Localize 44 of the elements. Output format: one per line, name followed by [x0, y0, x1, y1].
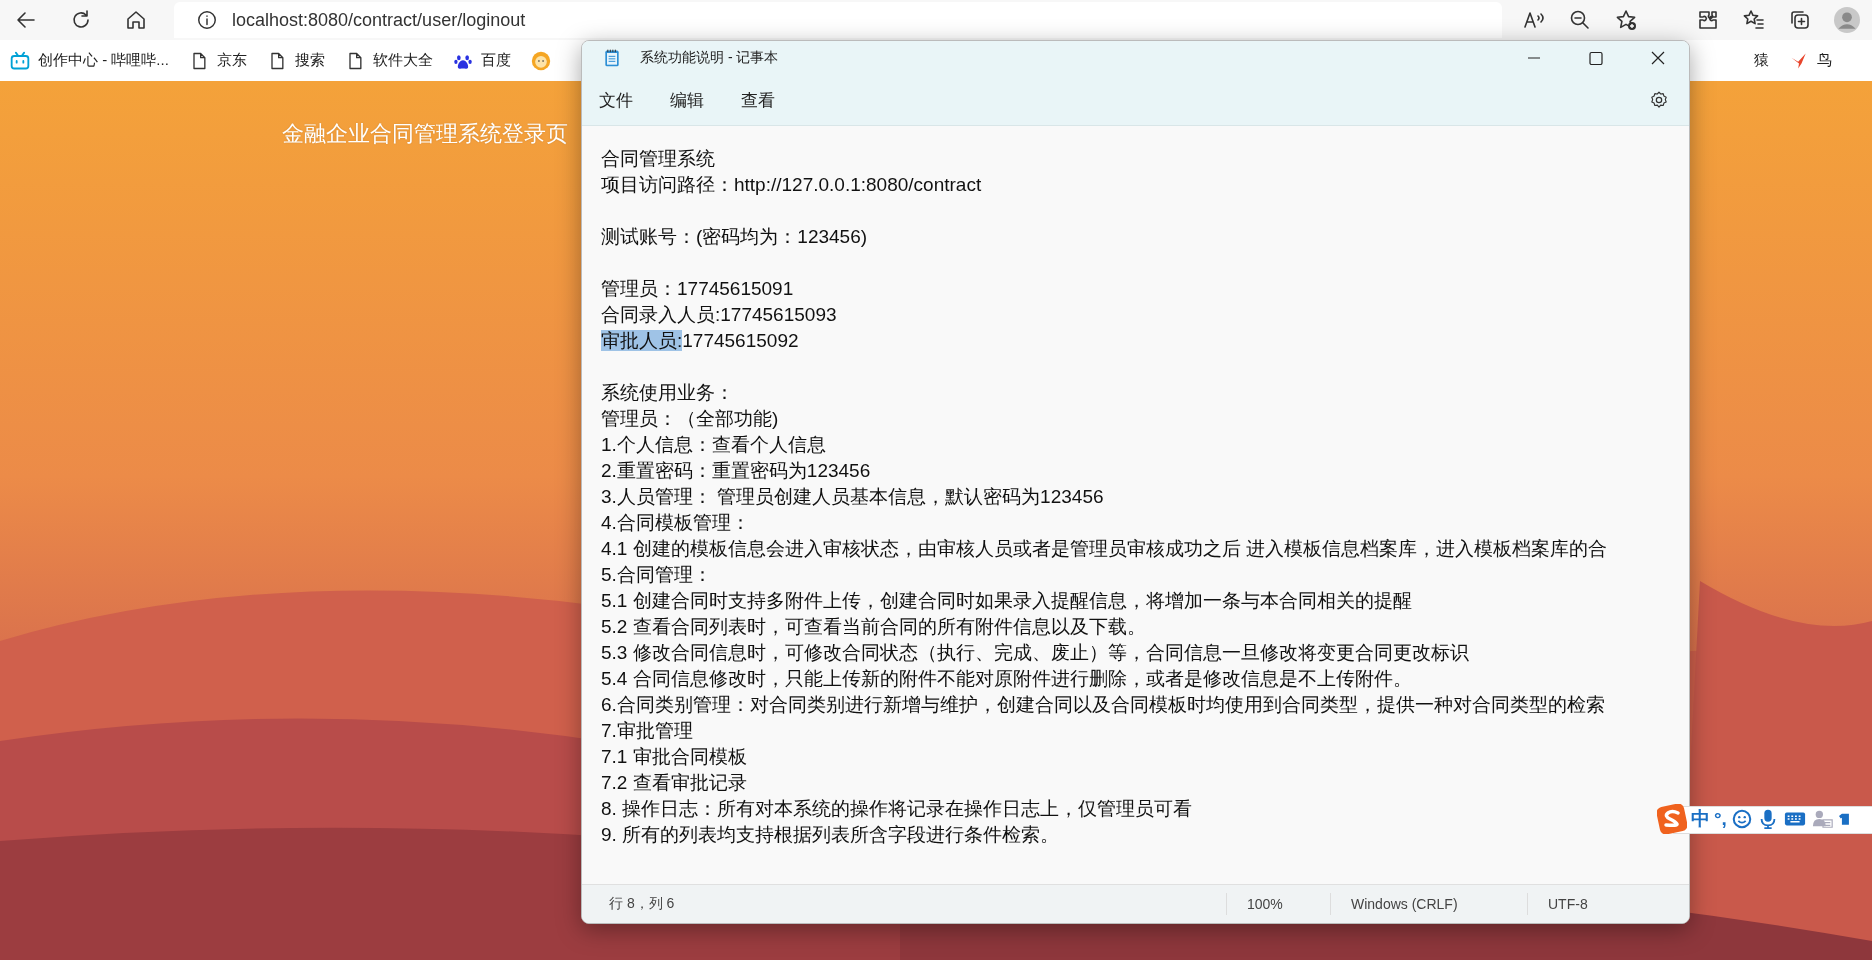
- text-line: 7.2 查看审批记录: [601, 772, 747, 793]
- bookmark-link[interactable]: 百度: [480, 51, 511, 70]
- text-line: 9. 所有的列表均支持根据列表所含字段进行条件检索。: [601, 824, 1060, 845]
- bookmark-link[interactable]: 软件大全: [372, 51, 433, 70]
- text-line: 4.1 创建的模板信息会进入审核状态，由审核人员或者是管理员审核成功之后 进入模板信息档案库，进入模板档案库的合: [601, 538, 1607, 559]
- ime-mode-label[interactable]: 中: [1691, 806, 1710, 832]
- text-line: 合同录入人员:17745615093: [601, 304, 837, 325]
- selected-text: 审批人员:: [601, 330, 683, 351]
- text-line: 5.3 修改合同信息时，可修改合同状态（执行、完成、废止）等，合同信息一旦修改将变更合同更改标识: [601, 642, 1469, 663]
- status-text: 行 8，列 6: [608, 895, 676, 913]
- text-line: 5.1 创建合同时支持多附件上传，创建合同时如果录入提醒信息，将增加一条与本合同相关的提醒: [601, 590, 1412, 611]
- menu-item[interactable]: 查看: [741, 82, 775, 118]
- text-line: 6.合同类别管理：对合同类别进行新增与维护，创建合同以及合同模板时均使用到合同类型，提供一种对合同类型的检索: [601, 694, 1605, 715]
- status-text: Windows (CRLF): [1330, 893, 1527, 915]
- menu-item[interactable]: 编辑: [670, 82, 704, 118]
- text-line: 5.合同管理：: [601, 564, 712, 585]
- text-line: 2.重置密码：重置密码为123456: [601, 460, 871, 481]
- bookmark-link[interactable]: 猿: [1754, 51, 1769, 70]
- bookmark-link[interactable]: 搜索: [294, 51, 325, 70]
- text-line: 管理员：17745615091: [601, 278, 794, 299]
- text-line: 项目访问路径：http://127.0.0.1:8080/contract: [601, 174, 982, 195]
- text-line: 8. 操作日志：所有对本系统的操作将记录在操作日志上，仅管理员可看: [601, 798, 1193, 819]
- text-line: 7.1 审批合同模板: [601, 746, 747, 767]
- text-line: 测试账号：(密码均为：123456): [601, 226, 868, 247]
- text-line: 系统使用业务：: [601, 382, 734, 403]
- text-line: 3.人员管理： 管理员创建人员基本信息，默认密码为123456: [601, 486, 1104, 507]
- text-line: 4.合同模板管理：: [601, 512, 750, 533]
- text-line: 合同管理系统: [601, 148, 715, 169]
- text-line: 17745615092: [682, 330, 799, 351]
- bookmark-link[interactable]: 京东: [216, 51, 247, 70]
- menu-item[interactable]: 文件: [599, 82, 633, 118]
- text-line: 5.2 查看合同列表时，可查看当前合同的所有附件信息以及下载。: [601, 616, 1146, 637]
- window-title: 系统功能说明 - 记事本: [640, 49, 780, 67]
- text-line: 5.4 合同信息修改时，只能上传新的附件不能对原附件进行删除，或者是修改信息是不上传附件。: [601, 668, 1412, 689]
- status-text: UTF-8: [1527, 893, 1588, 915]
- page-title: 金融企业合同管理系统登录页: [282, 120, 568, 148]
- address-bar[interactable]: localhost:8080/contract/user/loginout: [174, 2, 1502, 38]
- bookmark-link[interactable]: 鸟: [1817, 51, 1832, 70]
- text-line: 1.个人信息：查看个人信息: [601, 434, 826, 455]
- bookmark-link[interactable]: 创作中心 - 哔哩哔...: [38, 51, 169, 70]
- ime-mode-label[interactable]: °,: [1714, 808, 1727, 830]
- text-line: 7.审批管理: [601, 720, 693, 741]
- status-text: 100%: [1226, 893, 1330, 915]
- text-line: 管理员：（全部功能): [601, 408, 779, 429]
